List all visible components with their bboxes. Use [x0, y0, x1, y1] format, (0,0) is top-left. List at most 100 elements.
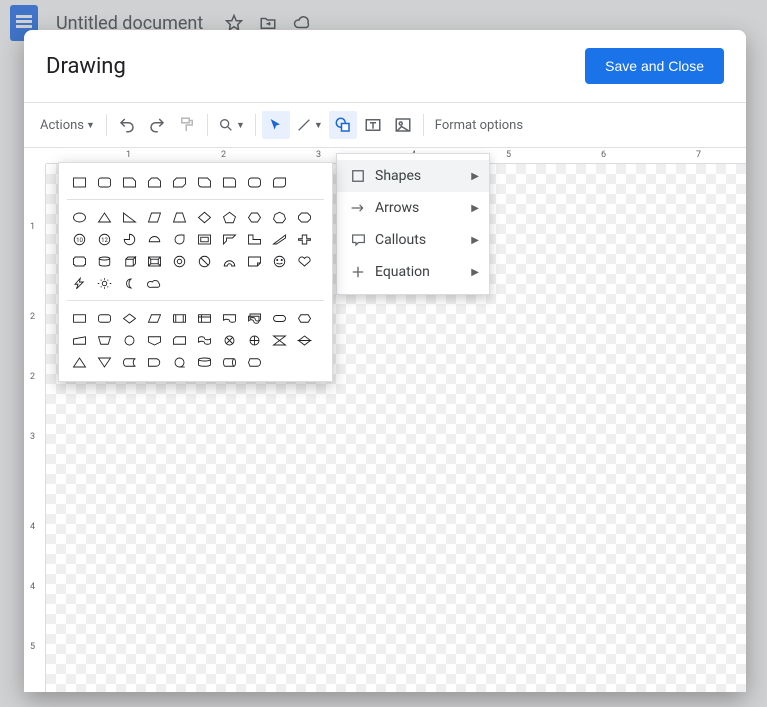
shape-delay[interactable]	[144, 353, 165, 371]
shape-seq-access[interactable]	[169, 353, 190, 371]
shape-diag-stripe[interactable]	[269, 230, 290, 248]
shape-snip-diag[interactable]	[169, 173, 190, 191]
chevron-down-icon: ▼	[236, 120, 245, 131]
shape-multidoc[interactable]	[244, 309, 265, 327]
shape-document[interactable]	[219, 309, 240, 327]
shape-rect[interactable]	[69, 173, 90, 191]
shape-decision[interactable]	[119, 309, 140, 327]
shape-l-shape[interactable]	[244, 230, 265, 248]
chevron-right-icon: ▶	[471, 171, 479, 182]
shape-no-symbol[interactable]	[194, 252, 215, 270]
shape-trapezoid[interactable]	[169, 208, 190, 226]
menu-item-equation[interactable]: Equation ▶	[337, 256, 489, 288]
shape-plaque[interactable]	[69, 252, 90, 270]
shape-group-flowchart	[67, 307, 324, 373]
shape-fold-corner[interactable]	[244, 252, 265, 270]
menu-item-callouts[interactable]: Callouts ▶	[337, 224, 489, 256]
shape-process[interactable]	[69, 309, 90, 327]
shape-connector[interactable]	[119, 331, 140, 349]
shape-tool-button[interactable]	[329, 111, 357, 139]
shape-snip-1[interactable]	[119, 173, 140, 191]
shape-stored[interactable]	[119, 353, 140, 371]
drawing-toolbar: Actions ▼ ▼ ▼	[24, 103, 746, 147]
format-options-button[interactable]: Format options	[430, 111, 528, 139]
shape-round-rect[interactable]	[94, 173, 115, 191]
shape-half-frame[interactable]	[219, 230, 240, 248]
chevron-right-icon: ▶	[471, 267, 479, 278]
square-icon	[347, 169, 369, 183]
vertical-ruler: 1 2 2 3 4 4 5	[24, 164, 46, 692]
shape-terminator[interactable]	[269, 309, 290, 327]
redo-button[interactable]	[143, 111, 171, 139]
shape-right-tri[interactable]	[119, 208, 140, 226]
shape-octagon[interactable]	[294, 208, 315, 226]
shape-group-basic: 10 12	[67, 206, 324, 294]
shape-category-menu: Shapes ▶ Arrows ▶ Callouts ▶	[336, 153, 490, 295]
shape-round-1[interactable]	[219, 173, 240, 191]
shape-decagon[interactable]: 10	[69, 230, 90, 248]
shape-hexagon[interactable]	[244, 208, 265, 226]
canvas-area: 1 2 3 4 5 6 7 1 2 2 3 4 4 5 Shapes ▶	[24, 148, 746, 692]
shape-sort[interactable]	[294, 331, 315, 349]
shape-pie[interactable]	[119, 230, 140, 248]
select-tool-button[interactable]	[262, 111, 290, 139]
shape-lightning[interactable]	[69, 274, 90, 292]
shape-moon[interactable]	[119, 274, 140, 292]
shape-teardrop[interactable]	[169, 230, 190, 248]
menu-item-arrows[interactable]: Arrows ▶	[337, 192, 489, 224]
actions-menu-button[interactable]: Actions ▼	[35, 111, 100, 139]
shape-round-2[interactable]	[244, 173, 265, 191]
shape-snip-2[interactable]	[144, 173, 165, 191]
shape-cube[interactable]	[119, 252, 140, 270]
zoom-button[interactable]: ▼	[214, 111, 249, 139]
shape-prep[interactable]	[294, 309, 315, 327]
svg-text:12: 12	[101, 236, 108, 243]
line-tool-button[interactable]: ▼	[292, 111, 327, 139]
menu-item-shapes[interactable]: Shapes ▶	[337, 160, 489, 192]
shape-diamond[interactable]	[194, 208, 215, 226]
shape-merge[interactable]	[94, 353, 115, 371]
shape-direct[interactable]	[219, 353, 240, 371]
shape-heart[interactable]	[294, 252, 315, 270]
shape-sun[interactable]	[94, 274, 115, 292]
chevron-down-icon: ▼	[314, 120, 323, 131]
shape-tape[interactable]	[194, 331, 215, 349]
shape-collate[interactable]	[269, 331, 290, 349]
shapes-picker-panel: 10 12	[58, 162, 333, 382]
shape-parallelogram[interactable]	[144, 208, 165, 226]
save-and-close-button[interactable]: Save and Close	[585, 48, 724, 84]
shape-chord[interactable]	[144, 230, 165, 248]
shape-sum-junc[interactable]	[219, 331, 240, 349]
shape-internal[interactable]	[194, 309, 215, 327]
shape-manual-in[interactable]	[69, 331, 90, 349]
shape-snip-round[interactable]	[194, 173, 215, 191]
shape-bevel[interactable]	[144, 252, 165, 270]
textbox-tool-button[interactable]	[359, 111, 387, 139]
image-tool-button[interactable]	[389, 111, 417, 139]
shape-oval[interactable]	[69, 208, 90, 226]
shape-round-diag[interactable]	[269, 173, 290, 191]
shape-block-arc[interactable]	[219, 252, 240, 270]
shape-smiley[interactable]	[269, 252, 290, 270]
shape-extract[interactable]	[69, 353, 90, 371]
shape-card[interactable]	[169, 331, 190, 349]
shape-donut[interactable]	[169, 252, 190, 270]
shape-dodecagon[interactable]: 12	[94, 230, 115, 248]
shape-frame[interactable]	[194, 230, 215, 248]
shape-offpage[interactable]	[144, 331, 165, 349]
shape-mag-disk[interactable]	[194, 353, 215, 371]
paint-format-button[interactable]	[173, 111, 201, 139]
shape-cloud[interactable]	[144, 274, 165, 292]
shape-can[interactable]	[94, 252, 115, 270]
shape-heptagon[interactable]	[269, 208, 290, 226]
shape-or[interactable]	[244, 331, 265, 349]
shape-predef[interactable]	[169, 309, 190, 327]
shape-data[interactable]	[144, 309, 165, 327]
shape-alt-process[interactable]	[94, 309, 115, 327]
shape-display[interactable]	[244, 353, 265, 371]
shape-pentagon[interactable]	[219, 208, 240, 226]
undo-button[interactable]	[113, 111, 141, 139]
shape-manual-op[interactable]	[94, 331, 115, 349]
shape-triangle[interactable]	[94, 208, 115, 226]
shape-cross[interactable]	[294, 230, 315, 248]
